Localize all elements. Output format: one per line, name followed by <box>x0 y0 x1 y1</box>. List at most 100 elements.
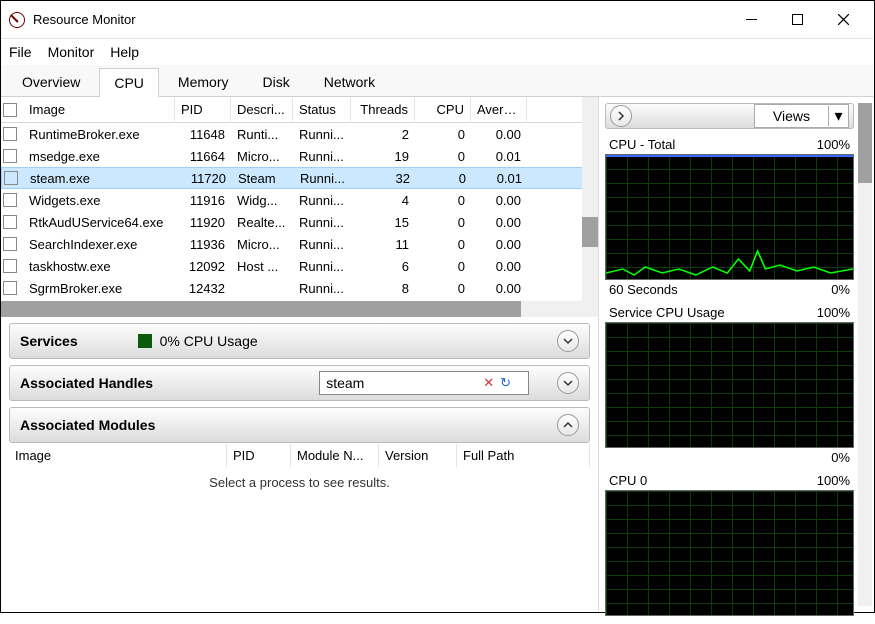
cell-description: Widg... <box>231 191 293 210</box>
col-average[interactable]: Avera... <box>471 98 527 121</box>
table-row[interactable]: SgrmBroker.exe12432Runni...800.00 <box>1 277 598 299</box>
cell-image: SgrmBroker.exe <box>23 279 175 298</box>
services-expand-button[interactable] <box>557 330 579 352</box>
mod-col-image[interactable]: Image <box>9 444 227 467</box>
table-row[interactable]: msedge.exe11664Micro...Runni...1900.01 <box>1 145 598 167</box>
views-bar: Views ▾ <box>605 103 854 129</box>
cell-threads: 32 <box>352 169 416 188</box>
modules-title: Associated Modules <box>20 417 155 433</box>
menu-file[interactable]: File <box>9 44 32 60</box>
tab-network[interactable]: Network <box>309 67 390 96</box>
views-dropdown[interactable]: Views ▾ <box>754 104 849 128</box>
col-threads[interactable]: Threads <box>351 98 415 121</box>
col-image[interactable]: Image <box>23 98 175 121</box>
process-horizontal-scrollbar[interactable] <box>1 301 598 317</box>
chart-title: CPU - Total <box>609 137 675 152</box>
tab-overview[interactable]: Overview <box>7 67 95 96</box>
titlebar: Resource Monitor <box>1 1 874 39</box>
mod-col-version[interactable]: Version <box>379 444 457 467</box>
row-checkbox[interactable] <box>3 127 17 141</box>
app-icon <box>9 12 25 28</box>
col-status[interactable]: Status <box>293 98 351 121</box>
process-table-header: Image PID Descri... Status Threads CPU A… <box>1 97 598 123</box>
chart-title: CPU 0 <box>609 473 647 488</box>
cell-cpu: 0 <box>415 147 471 166</box>
handles-expand-button[interactable] <box>557 372 579 394</box>
row-checkbox[interactable] <box>4 171 18 185</box>
cell-description: Realte... <box>231 213 293 232</box>
cell-threads: 6 <box>351 257 415 276</box>
minimize-button[interactable] <box>728 5 774 35</box>
menubar: File Monitor Help <box>1 39 874 65</box>
cell-cpu: 0 <box>415 213 471 232</box>
row-checkbox[interactable] <box>3 215 17 229</box>
table-row[interactable]: taskhostw.exe12092Host ...Runni...600.00 <box>1 255 598 277</box>
search-clear-icon[interactable]: ✕ <box>483 375 494 391</box>
cell-status: Runni... <box>293 235 351 254</box>
cell-cpu: 0 <box>416 169 472 188</box>
cell-description: Host ... <box>231 257 293 276</box>
chart-canvas <box>605 322 854 448</box>
table-row[interactable]: RtkAudUService64.exe11920Realte...Runni.… <box>1 211 598 233</box>
cell-pid: 11916 <box>175 191 231 210</box>
tab-cpu[interactable]: CPU <box>99 68 159 97</box>
cell-pid: 11720 <box>176 169 232 188</box>
col-cpu[interactable]: CPU <box>415 98 471 121</box>
cell-average: 0.00 <box>471 257 527 276</box>
row-checkbox[interactable] <box>3 193 17 207</box>
cell-image: msedge.exe <box>23 147 175 166</box>
close-button[interactable] <box>820 5 866 35</box>
cell-threads: 8 <box>351 279 415 298</box>
select-all-checkbox[interactable] <box>3 103 17 117</box>
table-row[interactable]: Widgets.exe11916Widg...Runni...400.00 <box>1 189 598 211</box>
modules-table-header: Image PID Module N... Version Full Path <box>1 443 598 467</box>
cpu-usage-text: 0% CPU Usage <box>160 333 258 349</box>
cell-image: Widgets.exe <box>23 191 175 210</box>
cell-average: 0.01 <box>471 147 527 166</box>
mod-col-pid[interactable]: PID <box>227 444 291 467</box>
cell-image: RuntimeBroker.exe <box>23 125 175 144</box>
maximize-button[interactable] <box>774 5 820 35</box>
row-checkbox[interactable] <box>3 281 17 295</box>
handles-section-bar[interactable]: Associated Handles ✕ ↻ <box>9 365 590 401</box>
cell-threads: 15 <box>351 213 415 232</box>
menu-help[interactable]: Help <box>110 44 139 60</box>
services-section-bar[interactable]: Services 0% CPU Usage <box>9 323 590 359</box>
search-refresh-icon[interactable]: ↻ <box>500 375 511 391</box>
cell-cpu: 0 <box>415 235 471 254</box>
table-row[interactable]: RuntimeBroker.exe11648Runti...Runni...20… <box>1 123 598 145</box>
cell-average: 0.00 <box>471 191 527 210</box>
cell-threads: 19 <box>351 147 415 166</box>
chart-title: Service CPU Usage <box>609 305 725 320</box>
cell-description: Micro... <box>231 235 293 254</box>
views-back-button[interactable] <box>610 105 632 127</box>
cell-average: 0.00 <box>471 279 527 298</box>
modules-collapse-button[interactable] <box>557 414 579 436</box>
process-vertical-scrollbar[interactable] <box>582 97 598 317</box>
cell-description: Runti... <box>231 125 293 144</box>
right-vertical-scrollbar[interactable] <box>858 103 872 606</box>
table-row[interactable]: SearchIndexer.exe11936Micro...Runni...11… <box>1 233 598 255</box>
cell-pid: 11664 <box>175 147 231 166</box>
cell-cpu: 0 <box>415 125 471 144</box>
modules-section-bar[interactable]: Associated Modules <box>9 407 590 443</box>
chart-max-label: 100% <box>817 473 850 488</box>
cell-average: 0.00 <box>471 213 527 232</box>
mod-col-module[interactable]: Module N... <box>291 444 379 467</box>
handles-title: Associated Handles <box>20 375 153 391</box>
chart-max-label: 100% <box>817 137 850 152</box>
table-row[interactable]: steam.exe11720SteamRunni...3200.01 <box>1 167 598 189</box>
row-checkbox[interactable] <box>3 259 17 273</box>
cell-pid: 12092 <box>175 257 231 276</box>
tab-disk[interactable]: Disk <box>247 67 304 96</box>
menu-monitor[interactable]: Monitor <box>48 44 95 60</box>
col-description[interactable]: Descri... <box>231 98 293 121</box>
cell-status: Runni... <box>293 279 351 298</box>
row-checkbox[interactable] <box>3 237 17 251</box>
cpu-usage-indicator-icon <box>138 334 152 348</box>
tab-memory[interactable]: Memory <box>163 67 244 96</box>
process-table: Image PID Descri... Status Threads CPU A… <box>1 97 598 317</box>
row-checkbox[interactable] <box>3 149 17 163</box>
mod-col-fullpath[interactable]: Full Path <box>457 444 590 467</box>
col-pid[interactable]: PID <box>175 98 231 121</box>
